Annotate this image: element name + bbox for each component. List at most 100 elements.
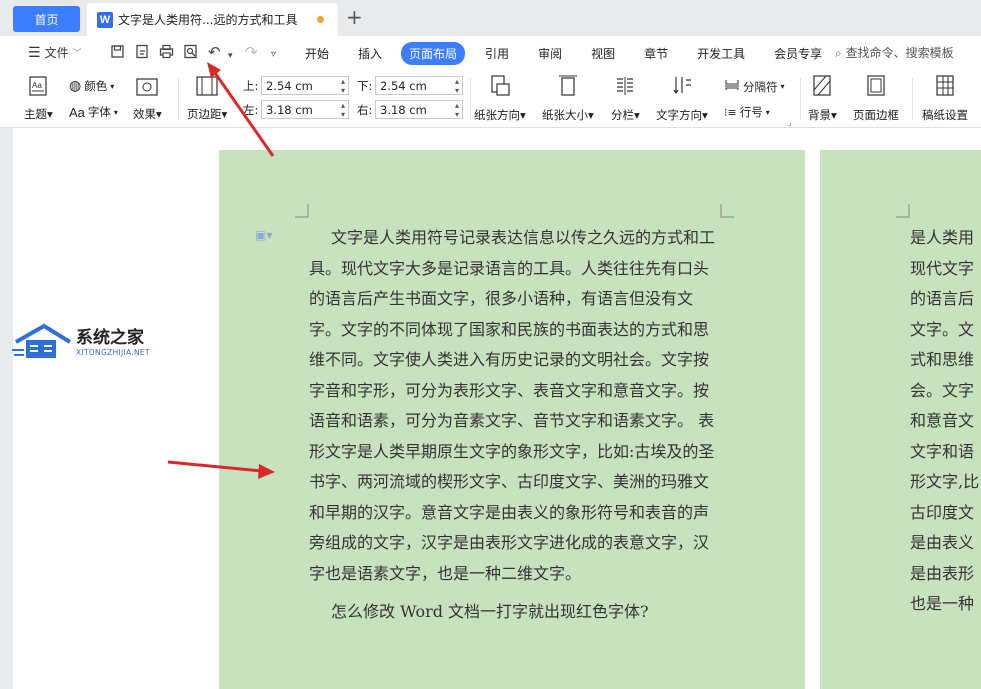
page-2-line: 也是一种	[910, 594, 975, 613]
paper-size-label: 纸张大小	[542, 108, 588, 122]
house-logo-icon	[12, 323, 72, 358]
menu-tab-member[interactable]: 会员专享	[774, 45, 822, 62]
page-2-line: 式和思维	[910, 350, 975, 369]
page-border-label: 页面边框	[853, 108, 899, 122]
menu-tab-review[interactable]: 审阅	[538, 45, 562, 62]
margin-bottom-label: 下:	[357, 79, 373, 93]
question-text: 怎么修改 Word 文档一打字就出现红色字体?	[331, 602, 649, 621]
page-corner-mark	[295, 204, 309, 218]
breaks-button[interactable]: 分隔符 ▾	[724, 78, 785, 95]
menu-tab-developer[interactable]: 开发工具	[697, 45, 745, 62]
theme-label: 主题	[24, 107, 47, 121]
text-direction-label: 文字方向	[656, 108, 702, 122]
paragraph-options-icon[interactable]: ▣▾	[255, 228, 272, 242]
ribbon-page-layout: Aa 主题▾ ◍ 颜色 ▾ Aa 字体 ▾ 效果▾ 页边距▾ 上: 2.54 cm …	[0, 70, 981, 128]
divider	[178, 78, 179, 120]
font-button[interactable]: Aa 字体 ▾	[69, 104, 118, 120]
page-2-line: 的语言后	[910, 289, 975, 308]
text-direction-icon	[671, 75, 693, 103]
menu-tab-view[interactable]: 视图	[591, 45, 615, 62]
menu-tab-home[interactable]: 开始	[305, 45, 329, 62]
columns-button[interactable]: 分栏▾	[611, 75, 640, 123]
margin-left-value: 3.18 cm	[266, 102, 313, 117]
print-icon[interactable]	[159, 44, 174, 62]
margin-top-value: 2.54 cm	[266, 78, 313, 93]
orientation-icon	[489, 75, 511, 103]
background-button[interactable]: 背景▾	[808, 75, 837, 123]
effects-icon	[136, 78, 158, 102]
breaks-label: 分隔符	[743, 79, 778, 94]
chevron-down-icon: ﹀	[72, 49, 82, 59]
margin-right-input[interactable]: 3.18 cm ▴ ▾	[375, 100, 463, 119]
text-direction-button[interactable]: 文字方向▾	[656, 75, 708, 123]
menu-tab-insert[interactable]: 插入	[358, 45, 382, 62]
spinner-icon[interactable]: ▴ ▾	[341, 101, 345, 119]
file-menu[interactable]: ☰ 文件 ﹀	[28, 44, 82, 61]
tab-home[interactable]: 首页	[13, 6, 80, 32]
line-numbers-label: 行号	[739, 105, 763, 119]
draft-settings-button[interactable]: 稿纸设置	[922, 75, 968, 123]
margin-top-input[interactable]: 2.54 cm ▴ ▾	[261, 76, 349, 95]
effects-label: 效果	[133, 107, 156, 121]
page-border-icon	[866, 75, 886, 103]
page-border-button[interactable]: 页面边框	[853, 75, 899, 123]
columns-icon	[614, 75, 636, 103]
theme-icon: Aa	[29, 76, 47, 102]
search-command-box[interactable]: ⌕ 查找命令、搜索模板	[835, 44, 954, 61]
orientation-label: 纸张方向	[474, 108, 520, 122]
svg-text:Aa: Aa	[32, 81, 42, 90]
undo-icon[interactable]: ↶	[208, 44, 221, 60]
margin-bottom-input[interactable]: 2.54 cm ▴ ▾	[375, 76, 463, 95]
menu-tab-page-layout[interactable]: 页面布局	[401, 41, 466, 65]
margins-label: 页边距	[187, 107, 222, 121]
divider	[800, 78, 801, 120]
watermark-logo: 系统之家 XITONGZHIJIA.NET	[12, 322, 150, 362]
font-aa-icon: Aa	[69, 104, 85, 120]
menu-bar: ☰ 文件 ﹀ ↶ ▾ ↷ ▿ 开始 插入 页面布局 引用 审阅 视图 章节 开发…	[0, 36, 981, 70]
tab-document[interactable]: W 文字是人类用符...远的方式和工具	[87, 3, 338, 36]
spinner-icon[interactable]: ▴ ▾	[455, 77, 459, 95]
ribbon-expand-icon[interactable]: ⌟	[788, 118, 792, 127]
spinner-icon[interactable]: ▴ ▾	[341, 77, 345, 95]
export-pdf-icon[interactable]	[135, 44, 150, 62]
hamburger-icon: ☰	[28, 44, 41, 61]
page-2-line: 会。文字	[910, 380, 975, 400]
line-numbers-icon: ⁝≡	[724, 105, 737, 119]
page-corner-mark	[720, 204, 734, 218]
new-tab-button[interactable]: +	[346, 6, 363, 28]
search-placeholder: 查找命令、搜索模板	[845, 46, 954, 60]
print-preview-icon[interactable]	[183, 44, 198, 62]
customize-toolbar-icon[interactable]: ▿	[271, 47, 276, 63]
file-menu-label: 文件	[44, 46, 69, 60]
save-icon[interactable]	[110, 44, 125, 62]
font-label: 字体	[87, 105, 111, 119]
margin-bottom-value: 2.54 cm	[380, 78, 427, 93]
margin-top-label: 上:	[243, 79, 259, 93]
effects-button[interactable]: 效果▾	[133, 78, 162, 122]
page-2-line: 是由表义	[910, 533, 975, 552]
page-2-text[interactable]: 是人类用 现代文字 的语言后 文字。文 式和思维 会。文字 和意音文 文字和语 …	[910, 223, 981, 620]
document-body[interactable]: 文字是人类用符号记录表达信息以传之久远的方式和工具。现代文字大多是记录语言的工具…	[309, 223, 721, 628]
watermark-url: XITONGZHIJIA.NET	[76, 347, 150, 357]
breaks-icon	[724, 78, 740, 95]
orientation-button[interactable]: 纸张方向▾	[474, 75, 526, 123]
margins-button[interactable]: 页边距▾	[187, 76, 227, 122]
spinner-icon[interactable]: ▴ ▾	[455, 101, 459, 119]
menu-tab-sections[interactable]: 章节	[644, 45, 668, 62]
color-label: 颜色	[84, 79, 108, 93]
draft-settings-label: 稿纸设置	[922, 108, 968, 122]
color-button[interactable]: ◍ 颜色 ▾	[69, 78, 114, 94]
menu-tab-references[interactable]: 引用	[485, 45, 509, 62]
theme-button[interactable]: Aa 主题▾	[24, 76, 53, 122]
line-numbers-button[interactable]: ⁝≡ 行号 ▾	[724, 104, 770, 120]
undo-dropdown-icon[interactable]: ▾	[228, 48, 233, 64]
page-2-line: 是人类用	[910, 228, 975, 247]
background-label: 背景	[808, 108, 831, 122]
tab-bar: 首页 W 文字是人类用符...远的方式和工具 +	[0, 0, 981, 36]
paragraph-text: 文字是人类用符号记录表达信息以传之久远的方式和工具。现代文字大多是记录语言的工具…	[309, 228, 716, 583]
background-icon	[812, 75, 832, 103]
redo-icon[interactable]: ↷	[245, 44, 258, 60]
margin-left-input[interactable]: 3.18 cm ▴ ▾	[261, 100, 349, 119]
paper-size-button[interactable]: 纸张大小▾	[542, 75, 594, 123]
page-2-line: 形文字,比	[910, 472, 980, 491]
